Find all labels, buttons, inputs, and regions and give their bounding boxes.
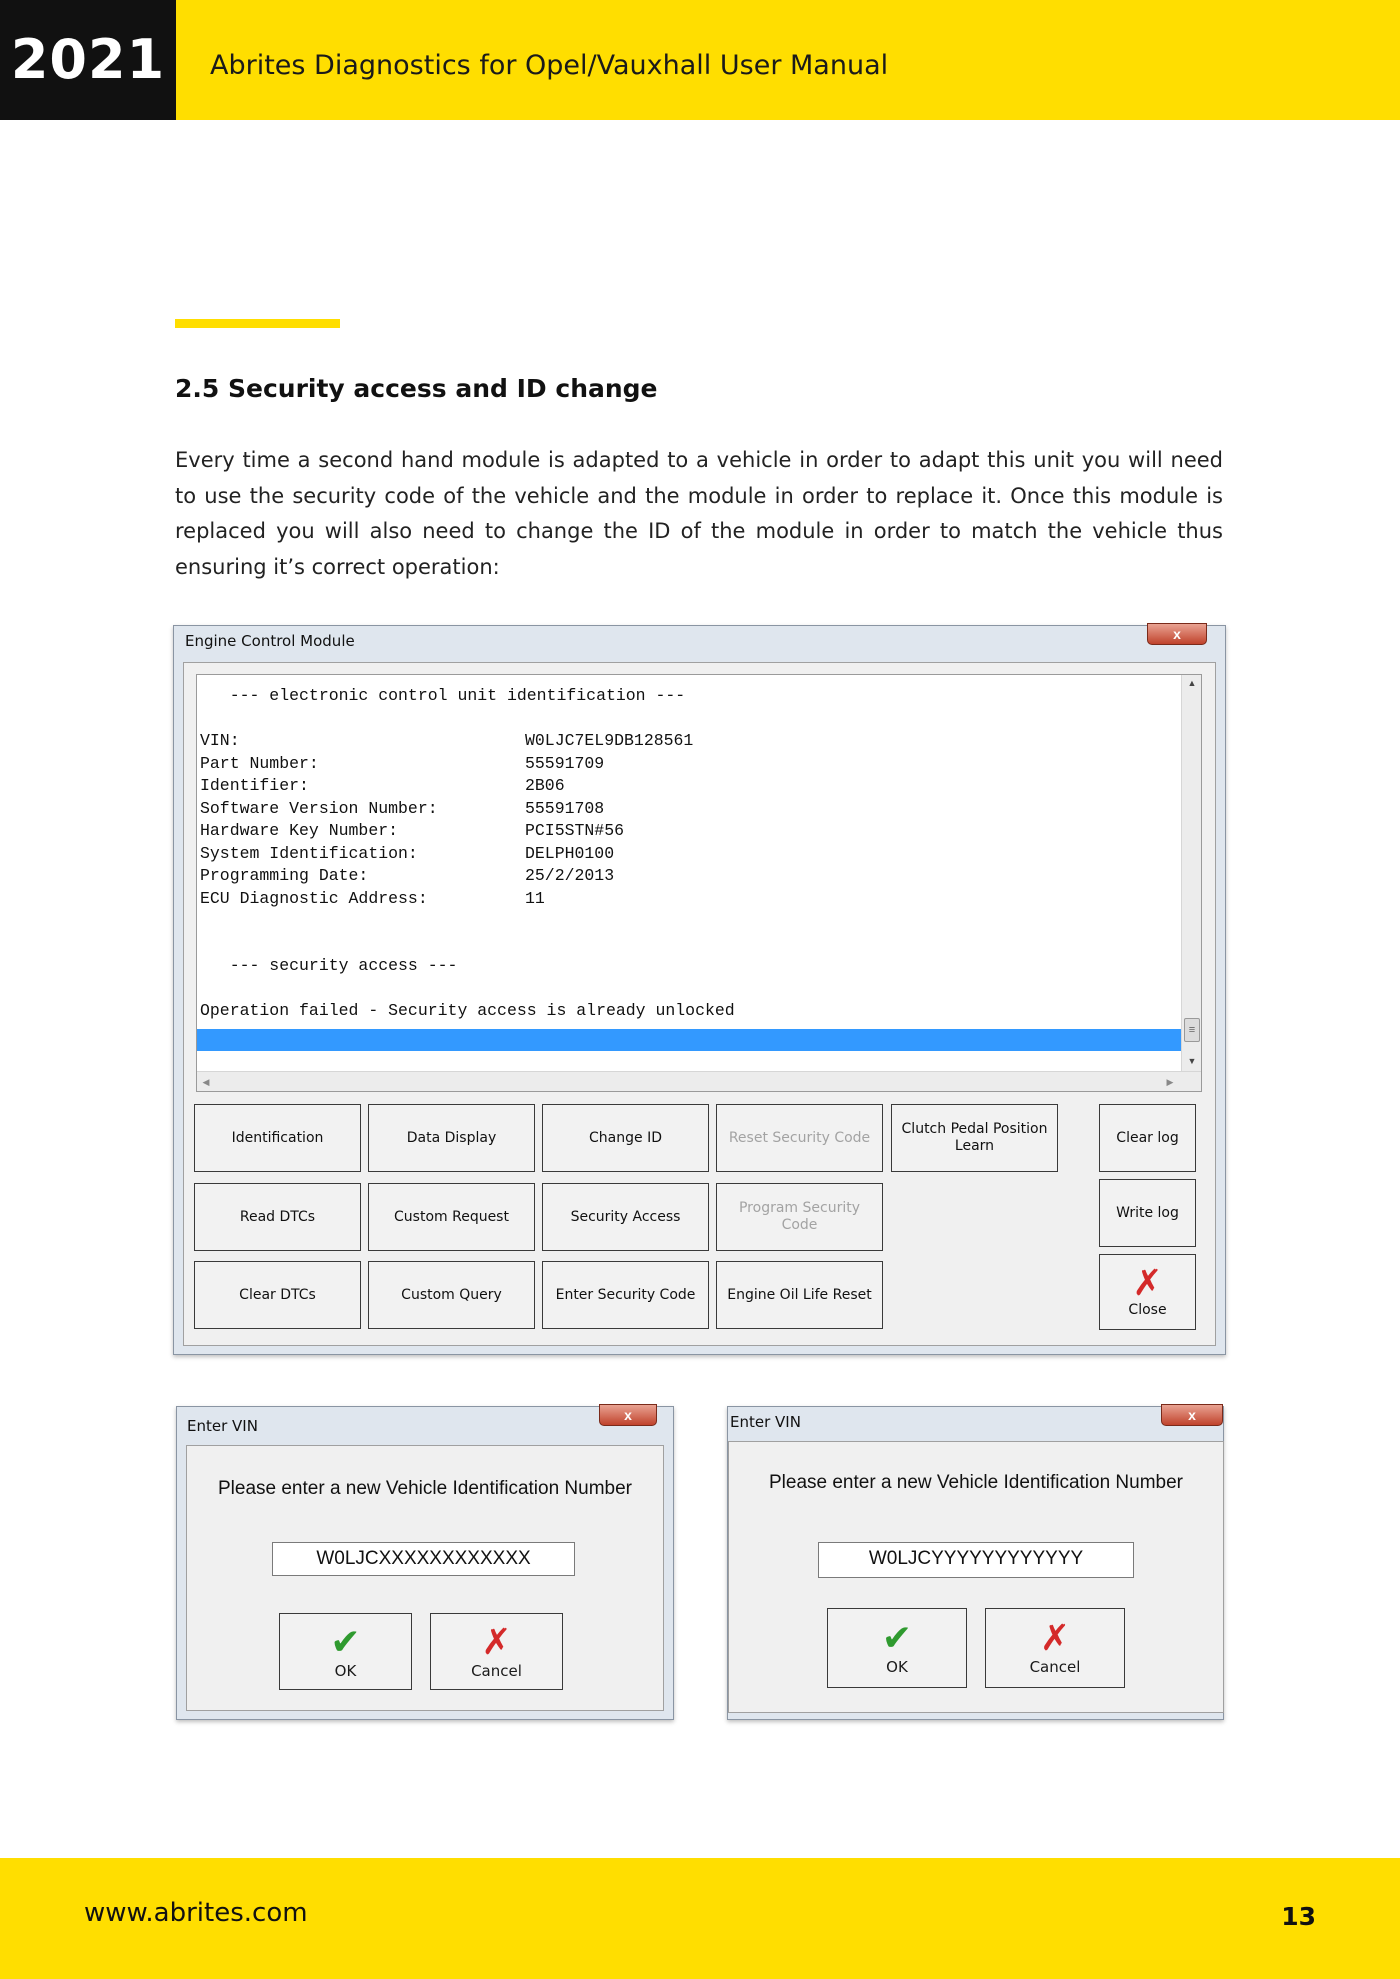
enter-security-code-button[interactable]: Enter Security Code bbox=[542, 1261, 709, 1329]
data-display-button[interactable]: Data Display bbox=[368, 1104, 535, 1172]
cancel-button[interactable]: ✗ Cancel bbox=[985, 1608, 1125, 1688]
vin-prompt: Please enter a new Vehicle Identificatio… bbox=[217, 1478, 633, 1499]
window-title: Engine Control Module bbox=[185, 632, 355, 650]
log-output: --- electronic control unit identificati… bbox=[196, 674, 1202, 1092]
program-security-code-button[interactable]: Program Security Code bbox=[716, 1183, 883, 1251]
engine-oil-life-reset-button[interactable]: Engine Oil Life Reset bbox=[716, 1261, 883, 1329]
scroll-left-icon[interactable]: ◀ bbox=[197, 1072, 215, 1091]
log-row: Part Number: 55591709 bbox=[200, 753, 605, 773]
dialog-content: Please enter a new Vehicle Identificatio… bbox=[728, 1441, 1224, 1713]
enter-vin-dialog-1: Enter VIN x Please enter a new Vehicle I… bbox=[176, 1404, 674, 1720]
log-row: ECU Diagnostic Address: 11 bbox=[200, 888, 545, 908]
dialog-close-button[interactable]: x bbox=[599, 1404, 657, 1426]
document-title: Abrites Diagnostics for Opel/Vauxhall Us… bbox=[210, 50, 889, 81]
log-row: Identifier: 2B06 bbox=[200, 776, 565, 795]
x-icon: ✗ bbox=[1039, 1618, 1071, 1659]
enter-vin-dialog-2: Enter VIN x Please enter a new Vehicle I… bbox=[727, 1404, 1224, 1720]
log-row: Hardware Key Number: PCI5STN#56 bbox=[200, 821, 625, 840]
engine-control-module-window: Engine Control Module x --- electronic c… bbox=[173, 623, 1226, 1355]
clutch-pedal-learn-button[interactable]: Clutch Pedal Position Learn bbox=[891, 1104, 1058, 1172]
log-row: Software Version Number: 55591708 bbox=[200, 798, 605, 818]
section-accent-bar bbox=[175, 319, 340, 328]
write-log-button[interactable]: Write log bbox=[1099, 1179, 1196, 1247]
scroll-thumb[interactable]: ≡ bbox=[1184, 1018, 1200, 1042]
window-close-button[interactable]: x bbox=[1147, 623, 1207, 645]
window-content: --- electronic control unit identificati… bbox=[183, 662, 1216, 1346]
log-heading: --- electronic control unit identificati… bbox=[200, 686, 686, 705]
cancel-label: Cancel bbox=[1029, 1658, 1081, 1676]
year-badge: 2021 bbox=[0, 0, 176, 120]
ok-button[interactable]: ✔ OK bbox=[279, 1613, 412, 1690]
log-row: VIN: W0LJC7EL9DB128561 bbox=[200, 731, 694, 750]
log-lines: --- electronic control unit identificati… bbox=[200, 685, 1180, 1023]
selected-line-highlight bbox=[197, 1029, 1181, 1051]
vertical-scrollbar[interactable]: ▲ ≡ ▼ bbox=[1181, 675, 1201, 1071]
ok-label: OK bbox=[886, 1658, 908, 1676]
horizontal-scrollbar[interactable]: ◀ ▶ bbox=[197, 1071, 1201, 1091]
website-link[interactable]: www.abrites.com bbox=[84, 1898, 308, 1928]
scroll-down-icon[interactable]: ▼ bbox=[1182, 1053, 1201, 1069]
intro-paragraph: Every time a second hand module is adapt… bbox=[175, 448, 1223, 579]
identification-button[interactable]: Identification bbox=[194, 1104, 361, 1172]
log-result-line: Operation failed - Security access is al… bbox=[200, 1001, 735, 1020]
vin-input[interactable]: W0LJCYYYYYYYYYYYY bbox=[818, 1542, 1134, 1578]
check-icon: ✔ bbox=[330, 1621, 361, 1663]
vin-prompt: Please enter a new Vehicle Identificatio… bbox=[768, 1472, 1184, 1493]
close-button[interactable]: ✗ Close bbox=[1099, 1254, 1196, 1330]
change-id-button[interactable]: Change ID bbox=[542, 1104, 709, 1172]
close-button-label: Close bbox=[1128, 1301, 1167, 1318]
page-footer: www.abrites.com 13 bbox=[0, 1858, 1400, 1979]
check-icon: ✔ bbox=[881, 1618, 913, 1659]
scroll-right-icon[interactable]: ▶ bbox=[1161, 1072, 1179, 1091]
x-icon: ✗ bbox=[481, 1621, 512, 1663]
cancel-button[interactable]: ✗ Cancel bbox=[430, 1613, 563, 1690]
custom-request-button[interactable]: Custom Request bbox=[368, 1183, 535, 1251]
read-dtcs-button[interactable]: Read DTCs bbox=[194, 1183, 361, 1251]
log-security-heading: --- security access --- bbox=[200, 956, 458, 975]
log-row: Programming Date: 25/2/2013 bbox=[200, 866, 615, 885]
dialog-content: Please enter a new Vehicle Identificatio… bbox=[186, 1445, 664, 1711]
dialog-title: Enter VIN bbox=[187, 1417, 258, 1435]
security-access-button[interactable]: Security Access bbox=[542, 1183, 709, 1251]
close-x-icon: ✗ bbox=[1132, 1262, 1163, 1304]
custom-query-button[interactable]: Custom Query bbox=[368, 1261, 535, 1329]
vin-input[interactable]: W0LJCXXXXXXXXXXXX bbox=[272, 1542, 575, 1576]
dialog-title: Enter VIN bbox=[730, 1413, 801, 1431]
section-title: 2.5 Security access and ID change bbox=[175, 374, 658, 403]
log-row: System Identification: DELPH0100 bbox=[200, 843, 615, 863]
page-number: 13 bbox=[1281, 1902, 1316, 1931]
cancel-label: Cancel bbox=[471, 1661, 522, 1680]
scroll-up-icon[interactable]: ▲ bbox=[1182, 675, 1201, 691]
page-header: 2021 Abrites Diagnostics for Opel/Vauxha… bbox=[0, 0, 1400, 120]
clear-dtcs-button[interactable]: Clear DTCs bbox=[194, 1261, 361, 1329]
clear-log-button[interactable]: Clear log bbox=[1099, 1104, 1196, 1172]
ok-label: OK bbox=[334, 1661, 357, 1680]
reset-security-code-button[interactable]: Reset Security Code bbox=[716, 1104, 883, 1172]
ok-button[interactable]: ✔ OK bbox=[827, 1608, 967, 1688]
dialog-close-button[interactable]: x bbox=[1161, 1404, 1223, 1426]
